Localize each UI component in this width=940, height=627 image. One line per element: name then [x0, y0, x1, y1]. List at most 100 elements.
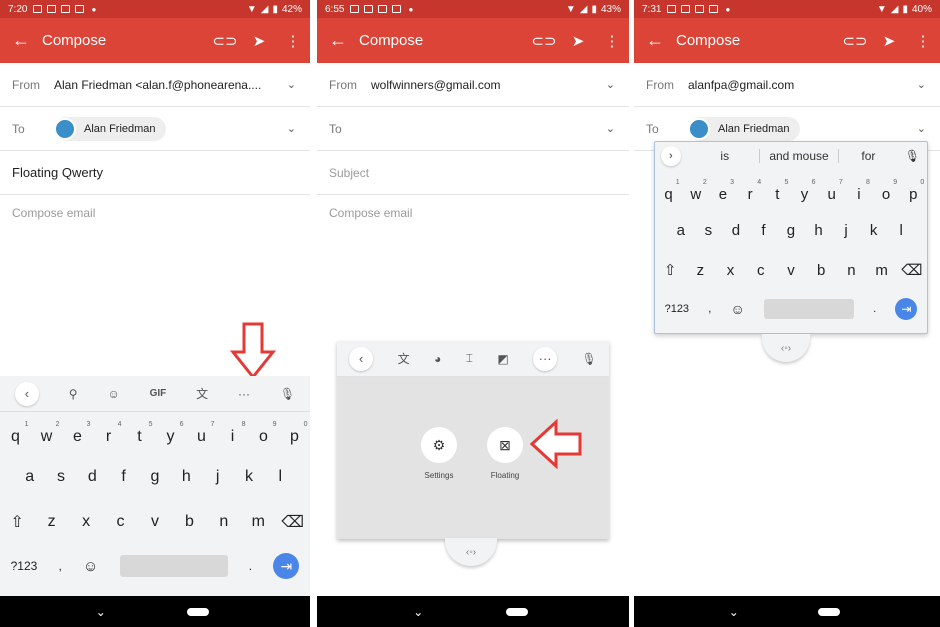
key[interactable]: o9 — [874, 179, 898, 203]
search-icon[interactable]: ⚲ — [69, 387, 78, 401]
home-pill-icon[interactable] — [187, 607, 210, 616]
nav-down-icon[interactable]: ⌄ — [413, 605, 423, 619]
key[interactable]: i8 — [219, 421, 247, 446]
key[interactable]: r4 — [738, 179, 762, 203]
translate-icon[interactable]: 文 — [196, 385, 208, 402]
gif-button[interactable]: GIF — [150, 388, 167, 399]
key[interactable]: u7 — [188, 421, 216, 446]
key[interactable]: o9 — [250, 421, 278, 446]
key[interactable]: x — [719, 262, 743, 279]
chevron-down-icon[interactable]: ⌄ — [917, 122, 926, 135]
nav-down-icon[interactable]: ⌄ — [729, 605, 739, 619]
key[interactable]: d — [78, 468, 106, 486]
period-key[interactable]: . — [249, 559, 252, 573]
key[interactable]: w2 — [33, 421, 61, 446]
key[interactable]: n — [210, 513, 238, 531]
chevron-down-icon[interactable]: ⌄ — [287, 78, 296, 91]
compose-body[interactable]: Compose email — [317, 193, 629, 233]
text-cursor-icon[interactable]: ⌶ — [466, 351, 473, 366]
shift-icon[interactable]: ⇧ — [658, 261, 682, 279]
symbols-key[interactable]: ?123 — [665, 303, 689, 315]
key[interactable]: b — [175, 513, 203, 531]
key[interactable]: l — [889, 222, 913, 239]
home-pill-icon[interactable] — [505, 607, 528, 616]
chevron-right-icon[interactable]: › — [661, 146, 681, 166]
chevron-left-icon[interactable]: ‹ — [14, 381, 39, 406]
backspace-icon[interactable]: ⌫ — [900, 261, 924, 279]
key[interactable]: a — [669, 222, 693, 239]
more-options-button[interactable]: ··· — [238, 387, 250, 401]
one-handed-icon[interactable]: ◩ — [497, 352, 508, 366]
key[interactable]: u7 — [820, 179, 844, 203]
key[interactable]: t5 — [765, 179, 789, 203]
key[interactable]: f — [751, 222, 775, 239]
more-vert-icon[interactable]: ⋮ — [276, 32, 310, 50]
key[interactable]: e3 — [711, 179, 735, 203]
key[interactable]: t5 — [126, 421, 154, 446]
key[interactable]: w2 — [684, 179, 708, 203]
period-key[interactable]: . — [873, 303, 876, 315]
key[interactable]: v — [779, 262, 803, 279]
enter-icon[interactable]: ⇥ — [895, 298, 918, 320]
back-arrow-icon[interactable]: ← — [317, 30, 359, 51]
key[interactable]: y6 — [793, 179, 817, 203]
key[interactable]: f — [110, 468, 138, 486]
key[interactable]: c — [107, 513, 135, 531]
settings-option[interactable]: ⚙ Settings — [421, 427, 457, 480]
from-row[interactable]: From Alan Friedman <alan.f@phonearena...… — [0, 63, 310, 107]
chevron-down-icon[interactable]: ⌄ — [606, 122, 615, 135]
emoji-icon[interactable]: ☺ — [83, 558, 98, 575]
send-icon[interactable]: ➤ — [561, 32, 595, 50]
to-row[interactable]: To ⌄ — [317, 107, 629, 151]
send-icon[interactable]: ➤ — [242, 32, 276, 50]
key[interactable]: s — [696, 222, 720, 239]
key[interactable]: h — [172, 468, 200, 486]
nav-down-icon[interactable]: ⌄ — [96, 605, 106, 619]
key[interactable]: x — [72, 513, 100, 531]
from-row[interactable]: From wolfwinners@gmail.com ⌄ — [317, 63, 629, 107]
key[interactable]: i8 — [847, 179, 871, 203]
shift-icon[interactable]: ⇧ — [3, 512, 31, 532]
mic-off-icon[interactable]: 🎙 — [582, 352, 597, 366]
more-vert-icon[interactable]: ⋮ — [906, 32, 940, 50]
key[interactable]: k — [862, 222, 886, 239]
key[interactable]: a — [16, 468, 44, 486]
back-arrow-icon[interactable]: ← — [634, 30, 676, 51]
suggestion-3[interactable]: for — [839, 149, 898, 163]
key[interactable]: k — [235, 468, 263, 486]
chevron-down-icon[interactable]: ⌄ — [917, 78, 926, 91]
key[interactable]: q1 — [2, 421, 30, 446]
move-handle[interactable]: ‹◦› — [762, 334, 810, 362]
emoji-icon[interactable]: ☺ — [730, 301, 744, 317]
chevron-down-icon[interactable]: ⌄ — [606, 78, 615, 91]
attach-icon[interactable]: ⊂⊃ — [527, 32, 561, 50]
suggestion-2[interactable]: and mouse — [760, 149, 838, 163]
key[interactable]: b — [809, 262, 833, 279]
key[interactable]: m — [870, 262, 894, 279]
comma-key[interactable]: , — [708, 303, 711, 315]
more-vert-icon[interactable]: ⋮ — [595, 32, 629, 50]
space-bar[interactable] — [119, 555, 228, 577]
key[interactable]: l — [266, 468, 294, 486]
key[interactable]: g — [779, 222, 803, 239]
recipient-chip[interactable]: Alan Friedman — [688, 116, 800, 141]
move-handle[interactable]: ‹◦› — [445, 538, 497, 566]
key[interactable]: g — [141, 468, 169, 486]
recipient-chip[interactable]: Alan Friedman — [54, 116, 166, 141]
key[interactable]: j — [834, 222, 858, 239]
sticker-icon[interactable]: ☺ — [107, 387, 119, 401]
suggestion-1[interactable]: is — [691, 149, 759, 163]
attach-icon[interactable]: ⊂⊃ — [838, 32, 872, 50]
key[interactable]: q1 — [657, 179, 681, 203]
from-row[interactable]: From alanfpa@gmail.com ⌄ — [634, 63, 940, 107]
mic-icon[interactable]: 🎙 — [898, 149, 927, 163]
mic-icon[interactable]: 🎙 — [280, 387, 295, 401]
key[interactable]: h — [807, 222, 831, 239]
enter-icon[interactable]: ⇥ — [273, 553, 300, 579]
comma-key[interactable]: , — [59, 559, 62, 573]
key[interactable]: s — [47, 468, 75, 486]
to-row[interactable]: To Alan Friedman ⌄ — [0, 107, 310, 151]
subject-field[interactable]: Floating Qwerty — [0, 151, 310, 195]
key[interactable]: y6 — [157, 421, 185, 446]
key[interactable]: c — [749, 262, 773, 279]
